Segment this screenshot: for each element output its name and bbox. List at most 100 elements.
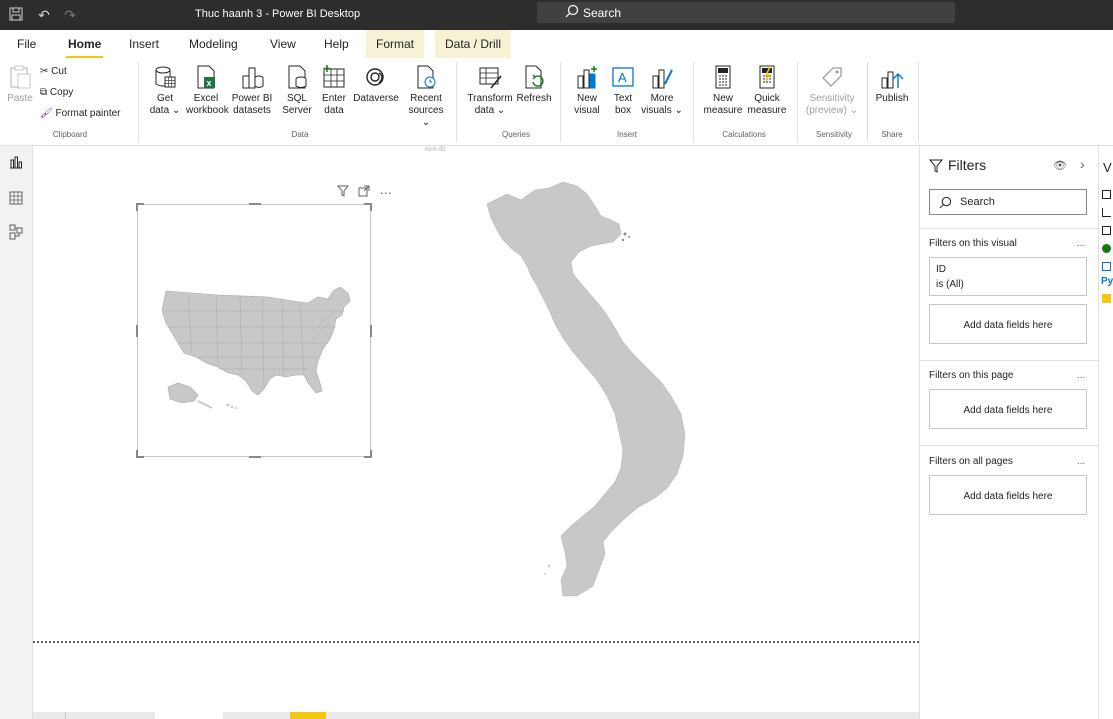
resize-handle[interactable] xyxy=(249,456,261,458)
window-title: Thuc haanh 3 - Power BI Desktop xyxy=(195,8,361,20)
sql-icon xyxy=(288,65,307,89)
resize-handle[interactable] xyxy=(136,450,138,458)
sensitivity-icon xyxy=(822,67,842,87)
copy-icon: ⧉ xyxy=(40,87,48,98)
report-view-icon[interactable] xyxy=(8,154,24,170)
vietnam-map-visual[interactable] xyxy=(487,182,699,612)
transform-data-button[interactable]: Transform data ⌄ xyxy=(466,64,514,117)
filter-icon[interactable] xyxy=(336,185,352,200)
filter-card-id[interactable]: ID is (All) xyxy=(929,257,1087,296)
more-visuals-button[interactable]: More visuals ⌄ xyxy=(640,64,684,117)
more-options-icon[interactable]: ... xyxy=(1077,456,1085,467)
filters-pane: Filters 👁 › Search Filters on this visua… xyxy=(919,146,1099,719)
publish-button[interactable]: Publish xyxy=(872,64,912,105)
dataverse-button[interactable]: Dataverse xyxy=(352,64,400,105)
title-bar: ↶ ↷ Thuc haanh 3 - Power BI Desktop Sear… xyxy=(0,0,1113,30)
smart-narrative-icon[interactable] xyxy=(1102,262,1111,271)
brush-icon: 🖌 xyxy=(40,108,53,119)
report-page[interactable]: Kinh độ ⋯ xyxy=(33,146,919,712)
data-view-icon[interactable] xyxy=(8,190,24,206)
filters-search-input[interactable]: Search xyxy=(929,189,1087,215)
resize-handle[interactable] xyxy=(136,203,138,211)
paste-button[interactable]: Paste xyxy=(6,64,34,105)
collapse-pane-icon[interactable]: › xyxy=(1080,156,1085,172)
format-painter-button[interactable]: 🖌 Format painter xyxy=(40,108,121,119)
tab-insert[interactable]: Insert xyxy=(129,37,159,51)
page-tabs-bar xyxy=(33,712,919,719)
enter-data-button[interactable]: Enter data xyxy=(316,64,352,117)
tab-modeling[interactable]: Modeling xyxy=(189,37,238,51)
divider xyxy=(920,228,1098,229)
recent-icon xyxy=(417,65,436,89)
sql-server-button[interactable]: SQL Server xyxy=(279,64,315,117)
text-box-button[interactable]: A Text box xyxy=(608,64,638,117)
add-fields-page-dropzone[interactable]: Add data fields here xyxy=(929,389,1087,429)
recent-sources-button[interactable]: Recent sources ⌄ xyxy=(403,64,449,129)
new-measure-button[interactable]: New measure xyxy=(700,64,746,117)
add-fields-visual-dropzone[interactable]: Add data fields here xyxy=(929,304,1087,344)
page-tab-active[interactable] xyxy=(155,712,223,719)
search-label: Search xyxy=(583,6,622,20)
redo-icon[interactable]: ↷ xyxy=(62,7,78,23)
report-canvas: Kinh độ ⋯ xyxy=(33,146,919,719)
add-fields-all-pages-dropzone[interactable]: Add data fields here xyxy=(929,475,1087,515)
view-switcher xyxy=(0,146,33,719)
model-view-icon[interactable] xyxy=(8,224,24,240)
save-icon[interactable] xyxy=(8,7,24,23)
new-visual-icon xyxy=(577,66,597,89)
resize-handle[interactable] xyxy=(370,450,372,458)
svg-text:x: x xyxy=(207,78,212,88)
tab-format[interactable]: Format xyxy=(366,30,425,58)
column-chart-icon[interactable] xyxy=(1102,226,1111,235)
get-data-button[interactable]: Get data ⌄ xyxy=(145,64,185,117)
more-visuals-icon xyxy=(652,69,673,89)
filter-icon xyxy=(929,159,943,173)
more-options-icon[interactable]: ... xyxy=(1077,238,1085,249)
separator xyxy=(867,62,868,142)
tab-home[interactable]: Home xyxy=(65,37,104,59)
stacked-bar-icon[interactable] xyxy=(1102,190,1111,199)
new-visual-button[interactable]: New visual xyxy=(570,64,604,117)
group-queries: Queries xyxy=(501,130,530,139)
visibility-icon[interactable]: 👁 xyxy=(1053,159,1067,172)
filter-field-name: ID xyxy=(936,264,946,275)
more-options-icon[interactable]: ... xyxy=(1077,370,1085,381)
resize-handle[interactable] xyxy=(136,325,138,337)
resize-handle[interactable] xyxy=(370,203,372,211)
resize-handle[interactable] xyxy=(249,203,261,205)
resize-handle[interactable] xyxy=(370,325,372,337)
quick-measure-icon xyxy=(759,65,775,89)
divider xyxy=(920,445,1098,446)
copy-button[interactable]: ⧉ Copy xyxy=(40,87,73,98)
separator xyxy=(138,62,139,142)
search-box[interactable]: Search xyxy=(537,2,955,23)
cut-button[interactable]: ✂ Cut xyxy=(40,66,67,77)
focus-mode-icon[interactable] xyxy=(358,185,373,200)
add-page-tab[interactable] xyxy=(290,712,326,719)
separator xyxy=(693,62,694,142)
undo-icon[interactable]: ↶ xyxy=(36,7,52,23)
page-caption: Kinh độ xyxy=(425,147,446,153)
tab-data-drill[interactable]: Data / Drill xyxy=(435,30,512,58)
refresh-button[interactable]: Refresh xyxy=(515,64,553,105)
separator xyxy=(797,62,798,142)
line-chart-icon[interactable] xyxy=(1102,208,1111,217)
filter-field-state: is (All) xyxy=(936,279,964,290)
tab-file[interactable]: File xyxy=(17,37,36,51)
tab-help[interactable]: Help xyxy=(324,37,349,51)
powerbi-datasets-button[interactable]: Power BI datasets xyxy=(230,64,274,117)
qna-icon[interactable] xyxy=(1102,244,1111,253)
us-map-visual[interactable] xyxy=(136,203,372,458)
quick-measure-button[interactable]: Quick measure xyxy=(746,64,788,117)
divider xyxy=(920,360,1098,361)
tab-view[interactable]: View xyxy=(270,37,296,51)
add-fields-label: Add data fields here xyxy=(963,491,1053,502)
svg-text:A: A xyxy=(618,70,627,85)
excel-workbook-button[interactable]: x Excel workbook xyxy=(186,64,229,117)
cut-icon: ✂ xyxy=(40,66,49,77)
power-apps-icon[interactable] xyxy=(1102,294,1111,303)
separator xyxy=(918,62,919,142)
sensitivity-button[interactable]: Sensitivity (preview) ⌄ xyxy=(803,64,861,117)
python-visual-label[interactable]: Py xyxy=(1101,276,1113,287)
more-options-icon[interactable]: ⋯ xyxy=(380,186,392,200)
